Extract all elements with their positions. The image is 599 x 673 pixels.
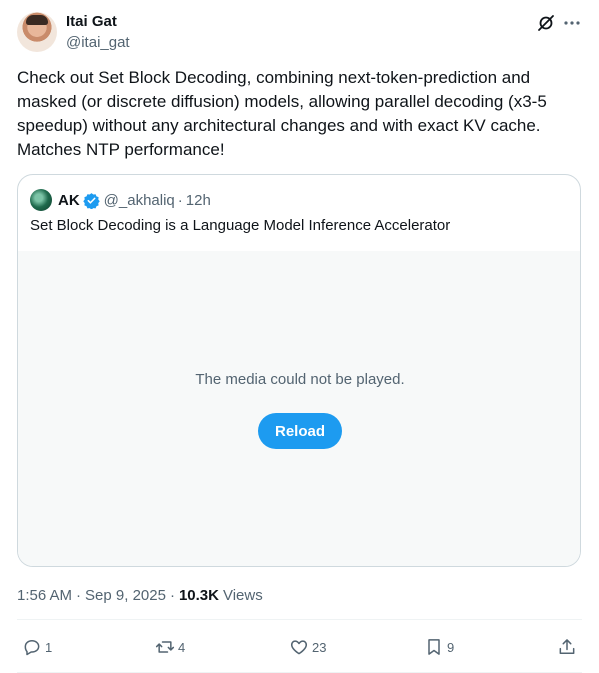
bookmark-count: 9 <box>447 639 455 655</box>
grok-icon[interactable] <box>537 14 555 32</box>
more-icon[interactable] <box>562 14 582 32</box>
tweet-metadata: 1:56 AM · Sep 9, 2025 · 10.3K Views <box>17 587 263 604</box>
quote-card[interactable]: AK @_akhaliq · 12h Set Block Decoding is… <box>17 174 581 567</box>
reload-button[interactable]: Reload <box>258 413 342 449</box>
author-handle[interactable]: @itai_gat <box>66 34 130 51</box>
quote-avatar <box>30 189 52 211</box>
views-label: Views <box>222 587 263 604</box>
bookmark-icon <box>428 639 440 655</box>
bookmark-button[interactable]: 9 <box>424 637 454 657</box>
share-button[interactable] <box>557 637 580 657</box>
share-icon <box>559 639 575 654</box>
quote-header: AK @_akhaliq · 12h <box>30 189 211 211</box>
quote-text: Set Block Decoding is a Language Model I… <box>30 217 451 234</box>
author-avatar[interactable] <box>17 12 57 52</box>
like-icon <box>290 640 308 655</box>
reply-count: 1 <box>45 639 53 655</box>
tweet-date[interactable]: Sep 9, 2025 <box>85 587 166 604</box>
quote-author-name: AK <box>58 191 80 209</box>
reply-icon <box>24 640 40 656</box>
media-placeholder: The media could not be played. Reload <box>18 251 580 566</box>
meta-separator: · <box>169 587 175 604</box>
tweet-time[interactable]: 1:56 AM <box>17 587 72 604</box>
media-error-message: The media could not be played. <box>195 371 405 388</box>
tweet-text: Check out Set Block Decoding, combining … <box>17 68 547 159</box>
retweet-icon <box>155 641 175 653</box>
author-name[interactable]: Itai Gat <box>66 13 117 30</box>
quote-separator: · <box>177 191 183 209</box>
quote-author-handle: @_akhaliq <box>103 191 175 209</box>
like-button[interactable]: 23 <box>289 637 326 657</box>
retweet-count: 4 <box>178 639 186 655</box>
meta-separator: · <box>76 587 82 604</box>
views-count: 10.3K <box>178 587 219 604</box>
retweet-button[interactable]: 4 <box>155 637 185 657</box>
like-count: 23 <box>312 639 327 655</box>
divider <box>17 619 582 620</box>
quote-timestamp[interactable]: 12h <box>186 192 211 209</box>
verified-icon <box>82 192 100 209</box>
reply-button[interactable]: 1 <box>22 637 52 657</box>
